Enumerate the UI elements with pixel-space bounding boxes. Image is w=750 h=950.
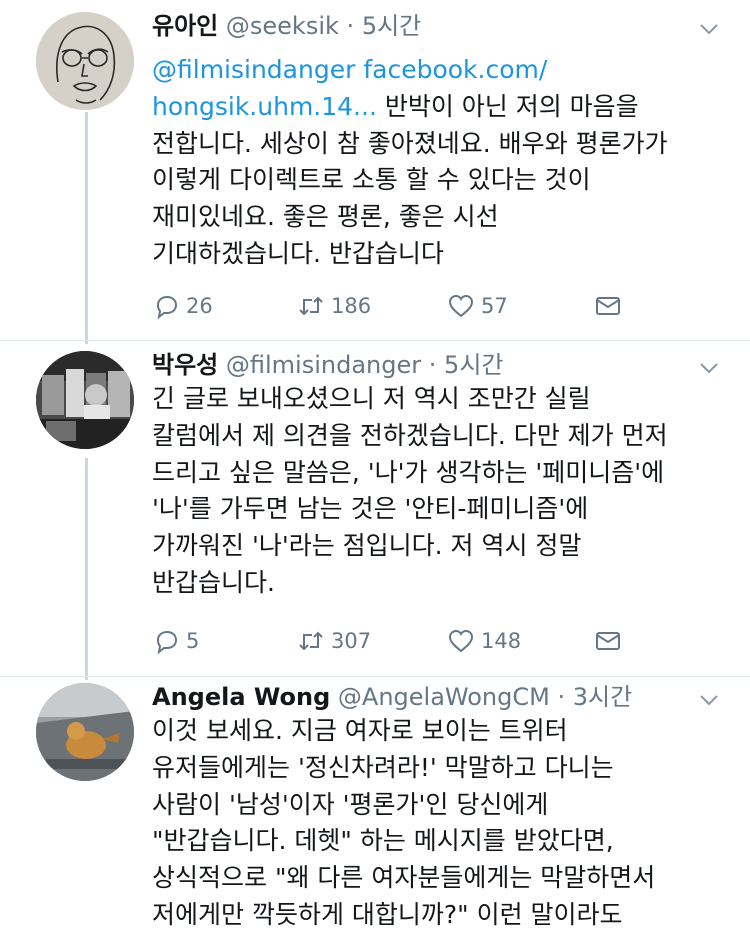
avatar[interactable]: [36, 683, 134, 781]
tweet-text: 긴 글로 보내오셨으니 저 역시 조만간 실릴 칼럼에서 제 의견을 전하겠습니…: [152, 384, 668, 597]
retweet-icon: [299, 631, 323, 651]
envelope-icon: [596, 632, 620, 650]
author-name[interactable]: Angela Wong: [152, 683, 330, 711]
tweet-text: 이것 보세요. 지금 여자로 보이는 트위터 유저들에게는 '정신차려라!' 막…: [152, 716, 656, 929]
reply-count: 26: [186, 294, 213, 318]
direct-message-button[interactable]: [594, 624, 628, 658]
heart-icon: [448, 629, 474, 653]
tweet[interactable]: 박우성 @filmisindanger · 5시간 긴 글로 보내오셨으니 저 …: [0, 341, 750, 681]
retweet-button[interactable]: 307: [297, 624, 371, 658]
mention-link[interactable]: @filmisindanger: [152, 55, 355, 84]
direct-message-button[interactable]: [594, 289, 628, 323]
like-button[interactable]: 57: [447, 289, 508, 323]
author-handle[interactable]: @AngelaWongCM: [338, 683, 550, 711]
tweet-actions: 26 186 57: [152, 289, 632, 323]
separator-dot: ·: [346, 12, 355, 40]
retweet-button[interactable]: 186: [297, 289, 371, 323]
tweet-text: @filmisindanger facebook.com/ hongsik.uh…: [152, 52, 722, 273]
chevron-down-icon[interactable]: [698, 357, 720, 379]
timestamp[interactable]: 3시간: [573, 683, 632, 711]
reply-icon: [156, 630, 178, 655]
avatar-photo-image: [36, 351, 134, 449]
timestamp[interactable]: 5시간: [362, 12, 421, 40]
retweet-count: 307: [331, 629, 372, 653]
chevron-down-icon[interactable]: [698, 689, 720, 711]
tweet[interactable]: 유아인 @seeksik · 5시간 @filmisindanger faceb…: [0, 0, 750, 340]
avatar[interactable]: [36, 351, 134, 449]
reply-button[interactable]: 26: [152, 289, 213, 323]
heart-icon: [448, 294, 474, 318]
tweet-actions: 5 307 148: [152, 624, 632, 658]
envelope-icon: [596, 297, 620, 315]
timestamp[interactable]: 5시간: [444, 351, 503, 379]
author-handle[interactable]: @filmisindanger: [226, 351, 421, 379]
reply-button[interactable]: 5: [152, 624, 199, 658]
separator-dot: ·: [557, 683, 566, 711]
separator-dot: ·: [428, 351, 437, 379]
like-count: 148: [481, 629, 522, 653]
tweet[interactable]: Angela Wong @AngelaWongCM · 3시간 이것 보세요. …: [0, 677, 750, 950]
like-count: 57: [481, 294, 508, 318]
like-button[interactable]: 148: [447, 624, 521, 658]
avatar[interactable]: [36, 12, 134, 110]
avatar-sketch-image: [36, 12, 134, 110]
retweet-count: 186: [331, 294, 372, 318]
reply-icon: [156, 295, 178, 320]
author-handle[interactable]: @seeksik: [226, 12, 339, 40]
chevron-down-icon[interactable]: [698, 18, 720, 40]
author-name[interactable]: 박우성: [152, 351, 218, 379]
reply-count: 5: [186, 629, 200, 653]
avatar-photo-image: [36, 683, 134, 781]
retweet-icon: [299, 296, 323, 316]
author-name[interactable]: 유아인: [152, 12, 218, 40]
